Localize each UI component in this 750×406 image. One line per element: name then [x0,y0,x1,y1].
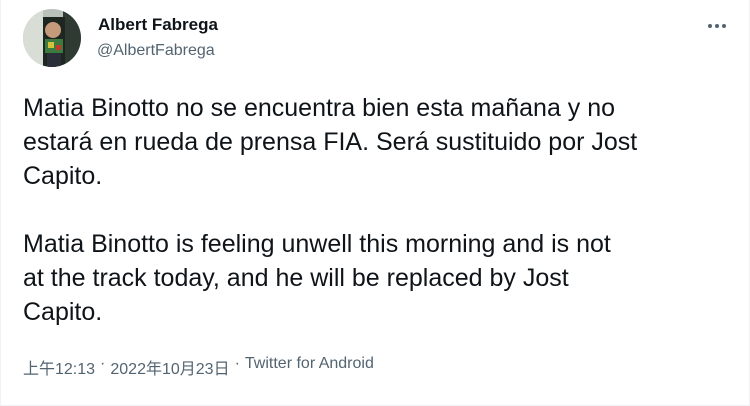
meta-separator: · [100,355,106,372]
tweet-text-spanish: Matia Binotto no se encuentra bien esta … [23,94,638,190]
tweet-text-english: Matia Binotto is feeling unwell this mor… [23,230,611,326]
meta-separator: · [234,355,240,372]
tweet-source-link[interactable]: Twitter for Android [245,355,374,379]
tweet-time-link[interactable]: 上午12:13 [23,355,95,379]
author-name[interactable]: Albert Fabrega [98,15,218,35]
tweet-text: Matia Binotto no se encuentra bien esta … [23,91,733,329]
tweet-meta: 上午12:13 · 2022年10月23日 · Twitter for Andr… [23,355,374,379]
author-handle[interactable]: @AlbertFabrega [97,42,215,60]
tweet-date-link[interactable]: 2022年10月23日 [110,355,229,379]
tweet-card: Albert Fabrega @AlbertFabrega Matia Bino… [0,0,750,406]
more-options-button[interactable] [701,12,733,40]
more-horizontal-icon [708,24,726,28]
avatar-photo-icon [23,9,81,67]
author-avatar[interactable] [23,9,81,67]
